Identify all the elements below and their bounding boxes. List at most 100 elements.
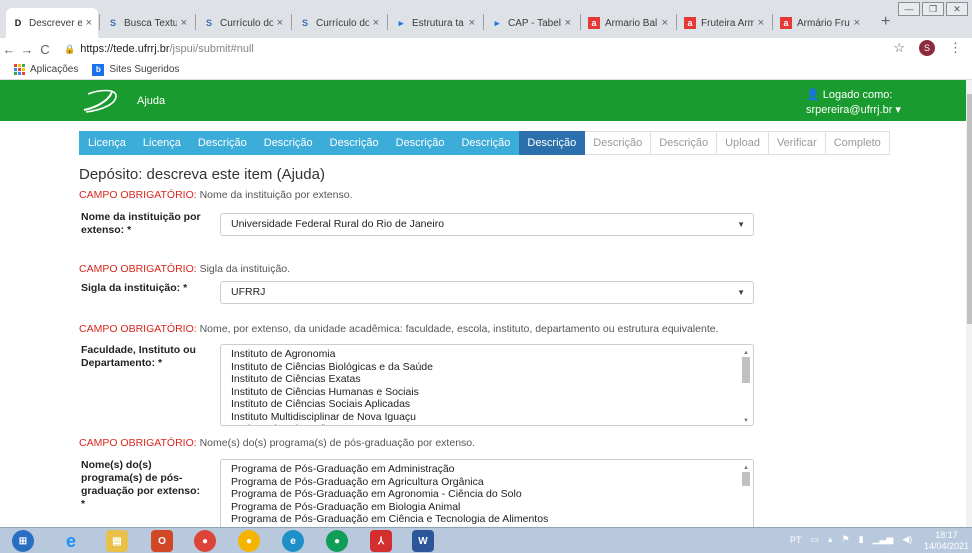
tab-close-icon[interactable]: × bbox=[277, 17, 283, 29]
bookmark-star-icon[interactable]: ☆ bbox=[893, 40, 905, 56]
progress-step-1[interactable]: Licença bbox=[79, 131, 135, 155]
keyboard-icon[interactable]: ▭ bbox=[811, 534, 820, 545]
scroll-up-icon[interactable]: ▲ bbox=[741, 347, 751, 356]
scroll-thumb[interactable] bbox=[742, 357, 750, 383]
dspace-logo[interactable] bbox=[82, 88, 118, 114]
address-bar: ← → C 🔒 https://tede.ufrrj.br/jspui/subm… bbox=[0, 38, 972, 60]
progress-step-5[interactable]: Descrição bbox=[321, 131, 388, 155]
close-window-button[interactable]: ✕ bbox=[946, 2, 968, 16]
browser-menu-icon[interactable]: ⋮ bbox=[949, 40, 962, 56]
listbox-option[interactable]: Programa de Pós-Graduação em Biologia An… bbox=[231, 501, 753, 514]
tab-close-icon[interactable]: × bbox=[565, 17, 571, 29]
listbox-option[interactable]: Programa de Pós-Graduação em Ciência e T… bbox=[231, 513, 753, 526]
minimize-button[interactable]: — bbox=[898, 2, 920, 16]
tab-close-icon[interactable]: × bbox=[662, 17, 668, 29]
new-tab-button[interactable]: + bbox=[881, 13, 890, 31]
progress-step-3[interactable]: Descrição bbox=[189, 131, 256, 155]
tab-close-icon[interactable]: × bbox=[469, 17, 475, 29]
browser-tab[interactable]: a Armário Frut × bbox=[774, 8, 866, 38]
listbox-option[interactable]: Programa de Pós-Graduação em Administraç… bbox=[231, 463, 753, 476]
tab-separator bbox=[483, 14, 484, 30]
windows-taskbar: ⊞ e ▤ O ● ● e ● ⅄ W PT ▭ ▴ ⚑ ▮ ▁▃▅ ◀) 18… bbox=[0, 527, 972, 553]
tab-close-icon[interactable]: × bbox=[86, 17, 92, 29]
scroll-thumb[interactable] bbox=[742, 472, 750, 486]
signal-icon[interactable]: ▁▃▅ bbox=[873, 534, 894, 545]
flag-icon[interactable]: ⚑ bbox=[842, 534, 850, 545]
bookmark-apps[interactable]: Aplicações bbox=[14, 64, 78, 75]
help-menu-link[interactable]: Ajuda bbox=[137, 95, 165, 107]
progress-step-12: Verificar bbox=[768, 131, 826, 155]
listbox-option[interactable]: Instituto de Ciências Humanas e Sociais bbox=[231, 386, 753, 399]
listbox-option[interactable]: Instituto Multidisciplinar de Nova Iguaç… bbox=[231, 411, 753, 424]
pdf-reader-icon[interactable]: ⅄ bbox=[370, 530, 392, 552]
listbox-option[interactable]: Programa de Pós-Graduação em Agricultura… bbox=[231, 476, 753, 489]
browser-tab[interactable]: D Descrever e × bbox=[6, 8, 98, 38]
internet-explorer-icon[interactable]: e bbox=[60, 530, 82, 552]
listbox-option[interactable]: Programa de Pós-Graduação em Agronomia -… bbox=[231, 488, 753, 501]
page-scroll-thumb[interactable] bbox=[967, 94, 972, 324]
browser-tab[interactable]: S Currículo do × bbox=[293, 8, 385, 38]
volume-icon[interactable]: ◀) bbox=[902, 534, 912, 545]
browser-tab[interactable]: S Busca Textu × bbox=[101, 8, 193, 38]
tab-title: Fruteira Arm bbox=[701, 17, 754, 29]
listbox-option[interactable]: Instituto de Ciências Sociais Aplicadas bbox=[231, 398, 753, 411]
user-icon: 👤 bbox=[806, 89, 820, 101]
profile-avatar[interactable]: S bbox=[919, 40, 935, 56]
tray-expand-icon[interactable]: ▴ bbox=[828, 534, 833, 545]
user-menu[interactable]: 👤 Logado como: srpereira@ufrrj.br ▾ bbox=[806, 88, 901, 118]
taskbar-clock[interactable]: 18:17 14/04/2021 bbox=[924, 530, 969, 552]
lock-icon: 🔒 bbox=[64, 43, 76, 54]
browser-tab[interactable]: a Fruteira Arm × bbox=[678, 8, 770, 38]
tab-favicon-icon: S bbox=[205, 18, 212, 28]
acronym-select[interactable]: UFRRJ ▼ bbox=[220, 281, 754, 304]
browser-tab[interactable]: S Currículo do × bbox=[197, 8, 289, 38]
tab-close-icon[interactable]: × bbox=[854, 17, 860, 29]
browser-tab[interactable]: ▸ CAP - Tabela × bbox=[485, 8, 577, 38]
bookmark-suggested-sites[interactable]: b Sites Sugeridos bbox=[92, 63, 179, 76]
scroll-down-icon[interactable]: ▼ bbox=[741, 415, 751, 424]
forward-icon[interactable]: → bbox=[18, 42, 36, 57]
listbox-option[interactable]: Instituto de Ciências Biológicas e da Sa… bbox=[231, 361, 753, 374]
submission-progress: Licença Licença Descrição Descrição Descriçã… bbox=[79, 131, 890, 155]
browser-tab-strip: D Descrever e × S Busca Textu × S Currículo do ×… bbox=[0, 0, 972, 38]
page-title: Depósito: descreva este item (Ajuda) bbox=[79, 166, 325, 183]
chrome-icon[interactable]: ● bbox=[194, 530, 216, 552]
progress-step-8[interactable]: Descrição bbox=[519, 131, 586, 155]
listbox-option[interactable]: Instituto de Ciências Exatas bbox=[231, 373, 753, 386]
edge-icon[interactable]: e bbox=[282, 530, 304, 552]
progress-step-2[interactable]: Licença bbox=[134, 131, 190, 155]
tab-favicon-icon: ▸ bbox=[398, 17, 404, 28]
tab-title: Armario Bal bbox=[605, 17, 658, 29]
file-explorer-icon[interactable]: ▤ bbox=[106, 530, 128, 552]
browser-tab[interactable]: ▸ Estrutura ta × bbox=[389, 8, 481, 38]
progress-step-4[interactable]: Descrição bbox=[255, 131, 322, 155]
tab-separator bbox=[195, 14, 196, 30]
department-listbox[interactable]: Instituto de Agronomia Instituto de Ciênc… bbox=[220, 344, 754, 426]
tab-close-icon[interactable]: × bbox=[373, 17, 379, 29]
language-indicator[interactable]: PT bbox=[790, 535, 802, 545]
progress-step-7[interactable]: Descrição bbox=[453, 131, 520, 155]
tab-separator bbox=[676, 14, 677, 30]
reload-icon[interactable]: C bbox=[36, 42, 54, 57]
tab-close-icon[interactable]: × bbox=[181, 17, 187, 29]
url-field[interactable]: 🔒 https://tede.ufrrj.br/jspui/submit#nul… bbox=[64, 43, 254, 55]
tab-close-icon[interactable]: × bbox=[758, 17, 764, 29]
scroll-up-icon[interactable]: ▲ bbox=[741, 462, 751, 471]
maximize-button[interactable]: ❐ bbox=[922, 2, 944, 16]
page-scrollbar[interactable] bbox=[966, 80, 972, 527]
listbox-scrollbar[interactable]: ▲ ▼ bbox=[741, 347, 751, 424]
word-icon[interactable]: W bbox=[412, 530, 434, 552]
institution-select[interactable]: Universidade Federal Rural do Rio de Jan… bbox=[220, 213, 754, 236]
listbox-option[interactable]: Instituto de Educação bbox=[231, 423, 753, 425]
progress-step-6[interactable]: Descrição bbox=[387, 131, 454, 155]
browser-tab[interactable]: a Armario Bal × bbox=[582, 8, 674, 38]
tab-title: Armário Frut bbox=[797, 17, 850, 29]
back-icon[interactable]: ← bbox=[0, 42, 18, 57]
listbox-option[interactable]: Instituto de Agronomia bbox=[231, 348, 753, 361]
start-button[interactable]: ⊞ bbox=[12, 530, 34, 552]
office-icon[interactable]: O bbox=[151, 530, 173, 552]
chrome-canary-icon[interactable]: ● bbox=[238, 530, 260, 552]
chrome-profile-icon[interactable]: ● bbox=[326, 530, 348, 552]
url-host: https://tede.ufrrj.br bbox=[80, 43, 170, 55]
network-icon[interactable]: ▮ bbox=[859, 534, 864, 545]
